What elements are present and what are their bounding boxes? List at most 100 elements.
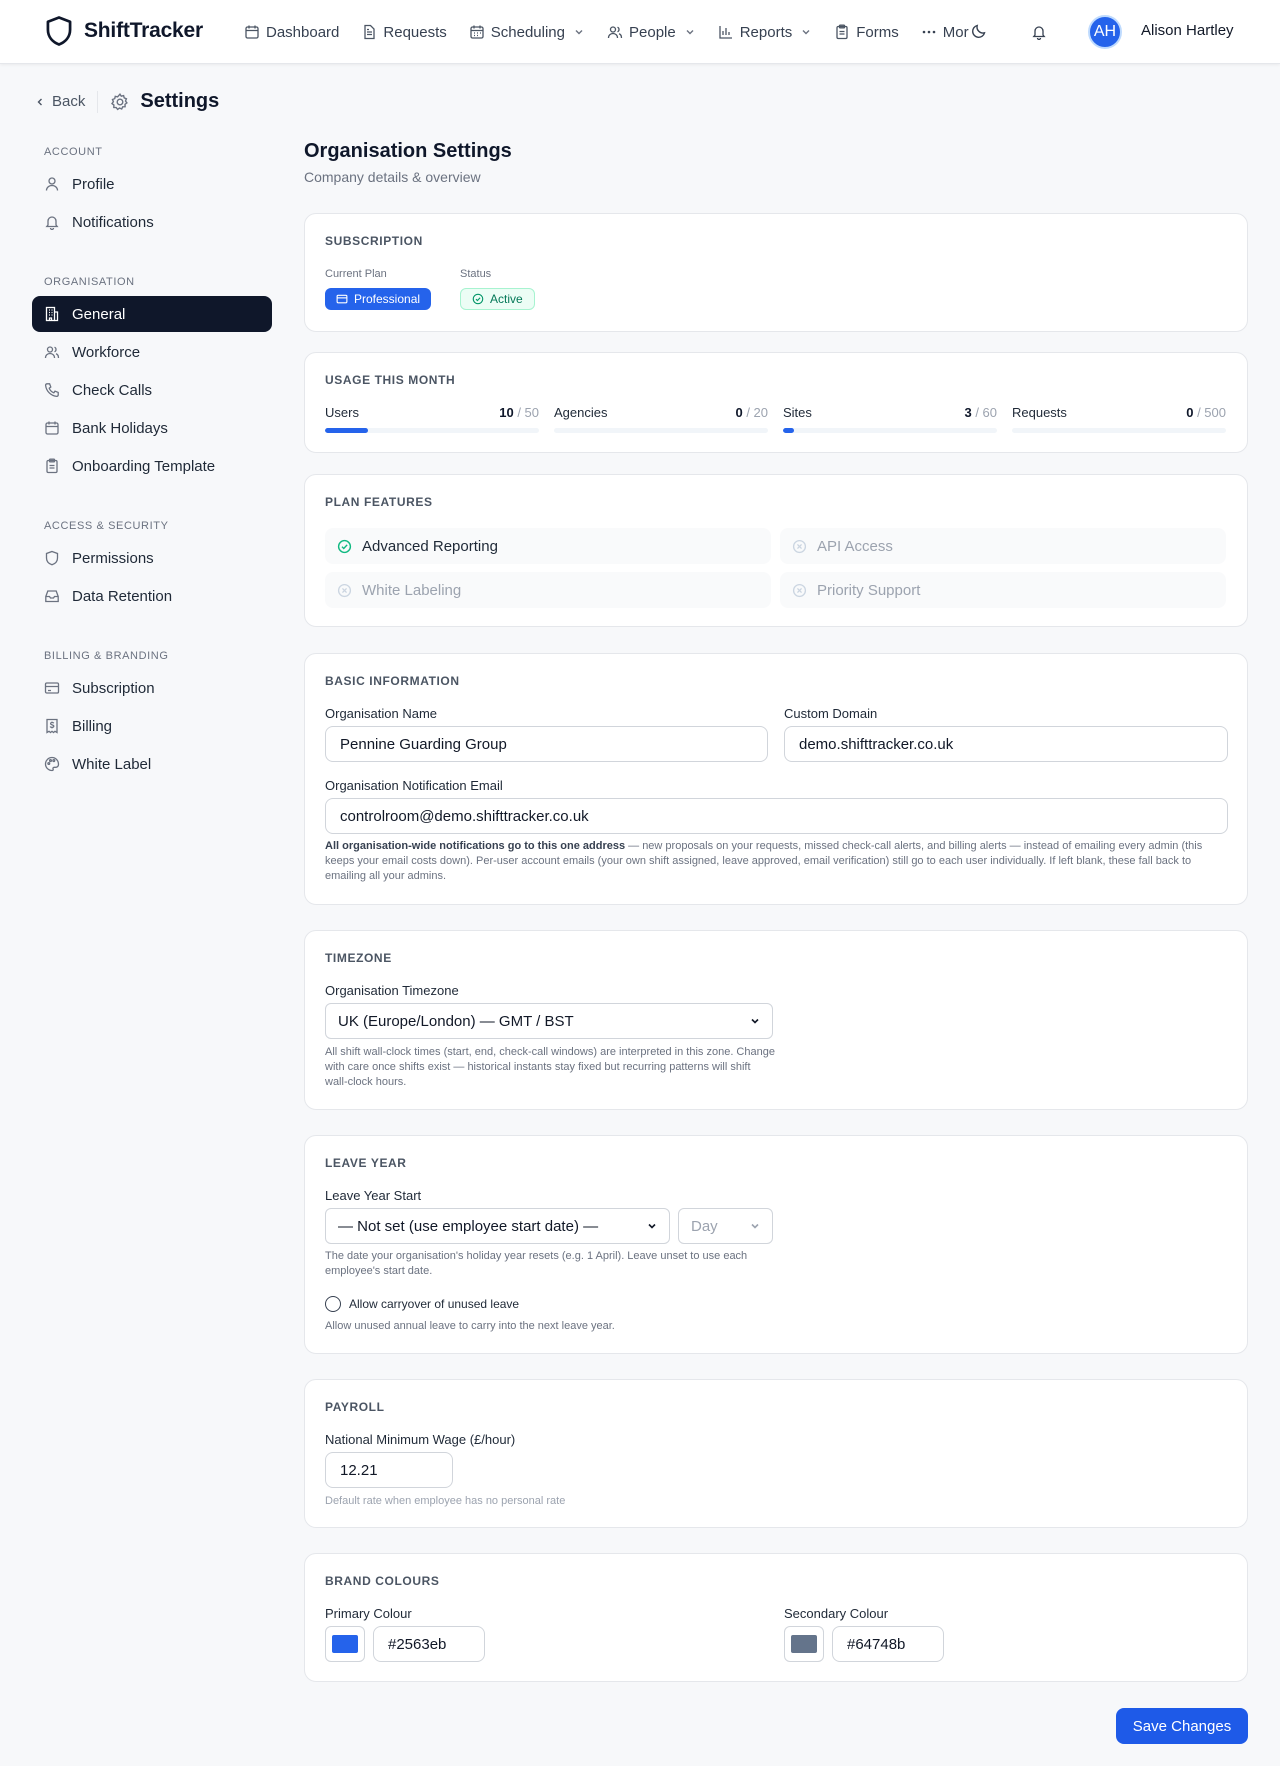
carryover-checkbox[interactable]	[325, 1296, 341, 1312]
carryover-label[interactable]: Allow carryover of unused leave	[349, 1297, 519, 1311]
leave-day-placeholder: Day	[691, 1217, 718, 1235]
card-title: BASIC INFORMATION	[325, 674, 460, 688]
users-icon	[607, 26, 623, 39]
usage-progress-fill	[325, 428, 368, 433]
nav-forms-label: Forms	[856, 23, 899, 41]
calendar-icon	[245, 25, 259, 39]
sidebar-item-subscription[interactable]: Subscription	[32, 670, 272, 706]
nav-dashboard-label: Dashboard	[266, 23, 340, 41]
receipt-icon	[46, 718, 58, 734]
usage-requests: Requests 0 / 500	[1012, 405, 1226, 433]
chevron-down-icon	[802, 30, 810, 35]
sidebar-item-data-retention[interactable]: Data Retention	[32, 578, 272, 614]
notification-email-input[interactable]: controlroom@demo.shifttracker.co.uk	[325, 798, 1228, 834]
notification-email-label: Organisation Notification Email	[325, 778, 503, 793]
custom-domain-input[interactable]: demo.shifttracker.co.uk	[784, 726, 1228, 762]
feature-advanced-reporting: Advanced Reporting	[325, 528, 771, 564]
x-circle-icon	[792, 539, 807, 553]
usage-progress-bar	[783, 428, 997, 433]
page-title: Organisation Settings	[304, 140, 512, 162]
sidebar-item-notifications[interactable]: Notifications	[32, 204, 272, 240]
secondary-colour-picker[interactable]	[784, 1626, 824, 1662]
primary-colour-input[interactable]: #2563eb	[373, 1626, 485, 1662]
timezone-label: Organisation Timezone	[325, 983, 459, 998]
leave-month-select[interactable]: — Not set (use employee start date) —	[325, 1208, 670, 1244]
shield-logo-icon	[46, 16, 72, 46]
sidebar-item-label: Onboarding Template	[72, 457, 216, 475]
usage-progress-bar	[1012, 428, 1226, 433]
save-changes-button[interactable]: Save Changes	[1116, 1708, 1248, 1744]
user-name[interactable]: Alison Hartley	[1141, 22, 1234, 39]
usage-used: 3	[964, 405, 972, 420]
bell-icon[interactable]	[1031, 24, 1047, 40]
brand-name: ShiftTracker	[84, 19, 203, 42]
back-button[interactable]: Back	[34, 93, 85, 110]
current-plan-label: Current Plan	[325, 268, 387, 280]
sidebar-item-general[interactable]: General	[32, 296, 272, 332]
org-name-input[interactable]: Pennine Guarding Group	[325, 726, 768, 762]
sidebar-item-billing[interactable]: Billing	[32, 708, 272, 744]
sidebar-section-title: BILLING & BRANDING	[44, 650, 169, 662]
archive-icon	[45, 590, 59, 603]
nav-reports[interactable]: Reports	[718, 24, 813, 41]
card-title: BRAND COLOURS	[325, 1574, 440, 1588]
credit-card-icon	[336, 294, 348, 304]
sidebar-item-label: Notifications	[72, 213, 154, 231]
sidebar-item-check-calls[interactable]: Check Calls	[32, 372, 272, 408]
help-bold: All organisation-wide notifications go t…	[325, 840, 626, 852]
nav-forms[interactable]: Forms	[834, 24, 899, 41]
sidebar-item-label: Check Calls	[72, 381, 153, 399]
sidebar-item-white-label[interactable]: White Label	[32, 746, 272, 782]
nav-requests-label: Requests	[383, 23, 447, 41]
back-label: Back	[52, 93, 86, 110]
custom-domain-label: Custom Domain	[784, 706, 878, 721]
usage-label: Sites	[783, 405, 812, 420]
usage-progress-bar	[554, 428, 768, 433]
nav-people[interactable]: People	[607, 24, 696, 41]
card-title: LEAVE YEAR	[325, 1156, 407, 1170]
nav-reports-label: Reports	[739, 23, 793, 41]
page-subtitle: Company details & overview	[304, 169, 481, 185]
leave-day-select[interactable]: Day	[678, 1208, 773, 1244]
nav-more-label: Mor	[942, 23, 969, 41]
sidebar-item-workforce[interactable]: Workforce	[32, 334, 272, 370]
shield-icon	[45, 550, 59, 566]
plan-badge: Professional	[325, 288, 432, 310]
nav-requests[interactable]: Requests	[361, 23, 447, 41]
calendar-icon	[470, 25, 484, 39]
leave-year-start-label: Leave Year Start	[325, 1188, 422, 1203]
sidebar-item-bank-holidays[interactable]: Bank Holidays	[32, 410, 272, 446]
secondary-colour-swatch	[791, 1635, 817, 1653]
moon-icon[interactable]	[970, 22, 988, 40]
card-title: SUBSCRIPTION	[325, 234, 423, 248]
sidebar-item-label: Billing	[72, 717, 113, 735]
avatar[interactable]: AH	[1088, 15, 1122, 49]
usage-card: USAGE THIS MONTH Users 10 / 50 Agencies 0 …	[304, 352, 1248, 453]
nav-dashboard[interactable]: Dashboard	[244, 24, 339, 41]
sidebar-item-label: Profile	[72, 175, 115, 193]
sidebar-item-profile[interactable]: Profile	[32, 166, 272, 202]
secondary-colour-input[interactable]: #64748b	[832, 1626, 944, 1662]
nav-more[interactable]: Mor	[921, 24, 969, 41]
timezone-value: UK (Europe/London) — GMT / BST	[338, 1012, 574, 1030]
sidebar-item-permissions[interactable]: Permissions	[32, 540, 272, 576]
sidebar-item-label: Data Retention	[72, 587, 173, 605]
sidebar-item-label: Bank Holidays	[72, 419, 168, 437]
top-nav: ShiftTracker Dashboard Requests Scheduli…	[0, 0, 1280, 64]
leave-year-card: LEAVE YEAR Leave Year Start — Not set (u…	[304, 1135, 1248, 1354]
minimum-wage-input[interactable]: 12.21	[325, 1452, 453, 1488]
chevron-down-icon	[648, 1223, 656, 1229]
feature-label: API Access	[817, 537, 893, 555]
sidebar-section-title: ACCOUNT	[44, 146, 103, 158]
nav-scheduling[interactable]: Scheduling	[469, 24, 585, 41]
phone-icon	[44, 383, 59, 398]
notification-email-help: All organisation-wide notifications go t…	[325, 839, 1228, 884]
feature-priority-support: Priority Support	[780, 572, 1226, 608]
sidebar-item-onboarding-template[interactable]: Onboarding Template	[32, 448, 272, 484]
primary-colour-picker[interactable]	[325, 1626, 365, 1662]
credit-card-icon	[44, 682, 60, 694]
document-icon	[364, 24, 376, 40]
plan-name: Professional	[354, 292, 421, 306]
brand[interactable]: ShiftTracker	[44, 15, 203, 47]
timezone-select[interactable]: UK (Europe/London) — GMT / BST	[325, 1003, 773, 1039]
